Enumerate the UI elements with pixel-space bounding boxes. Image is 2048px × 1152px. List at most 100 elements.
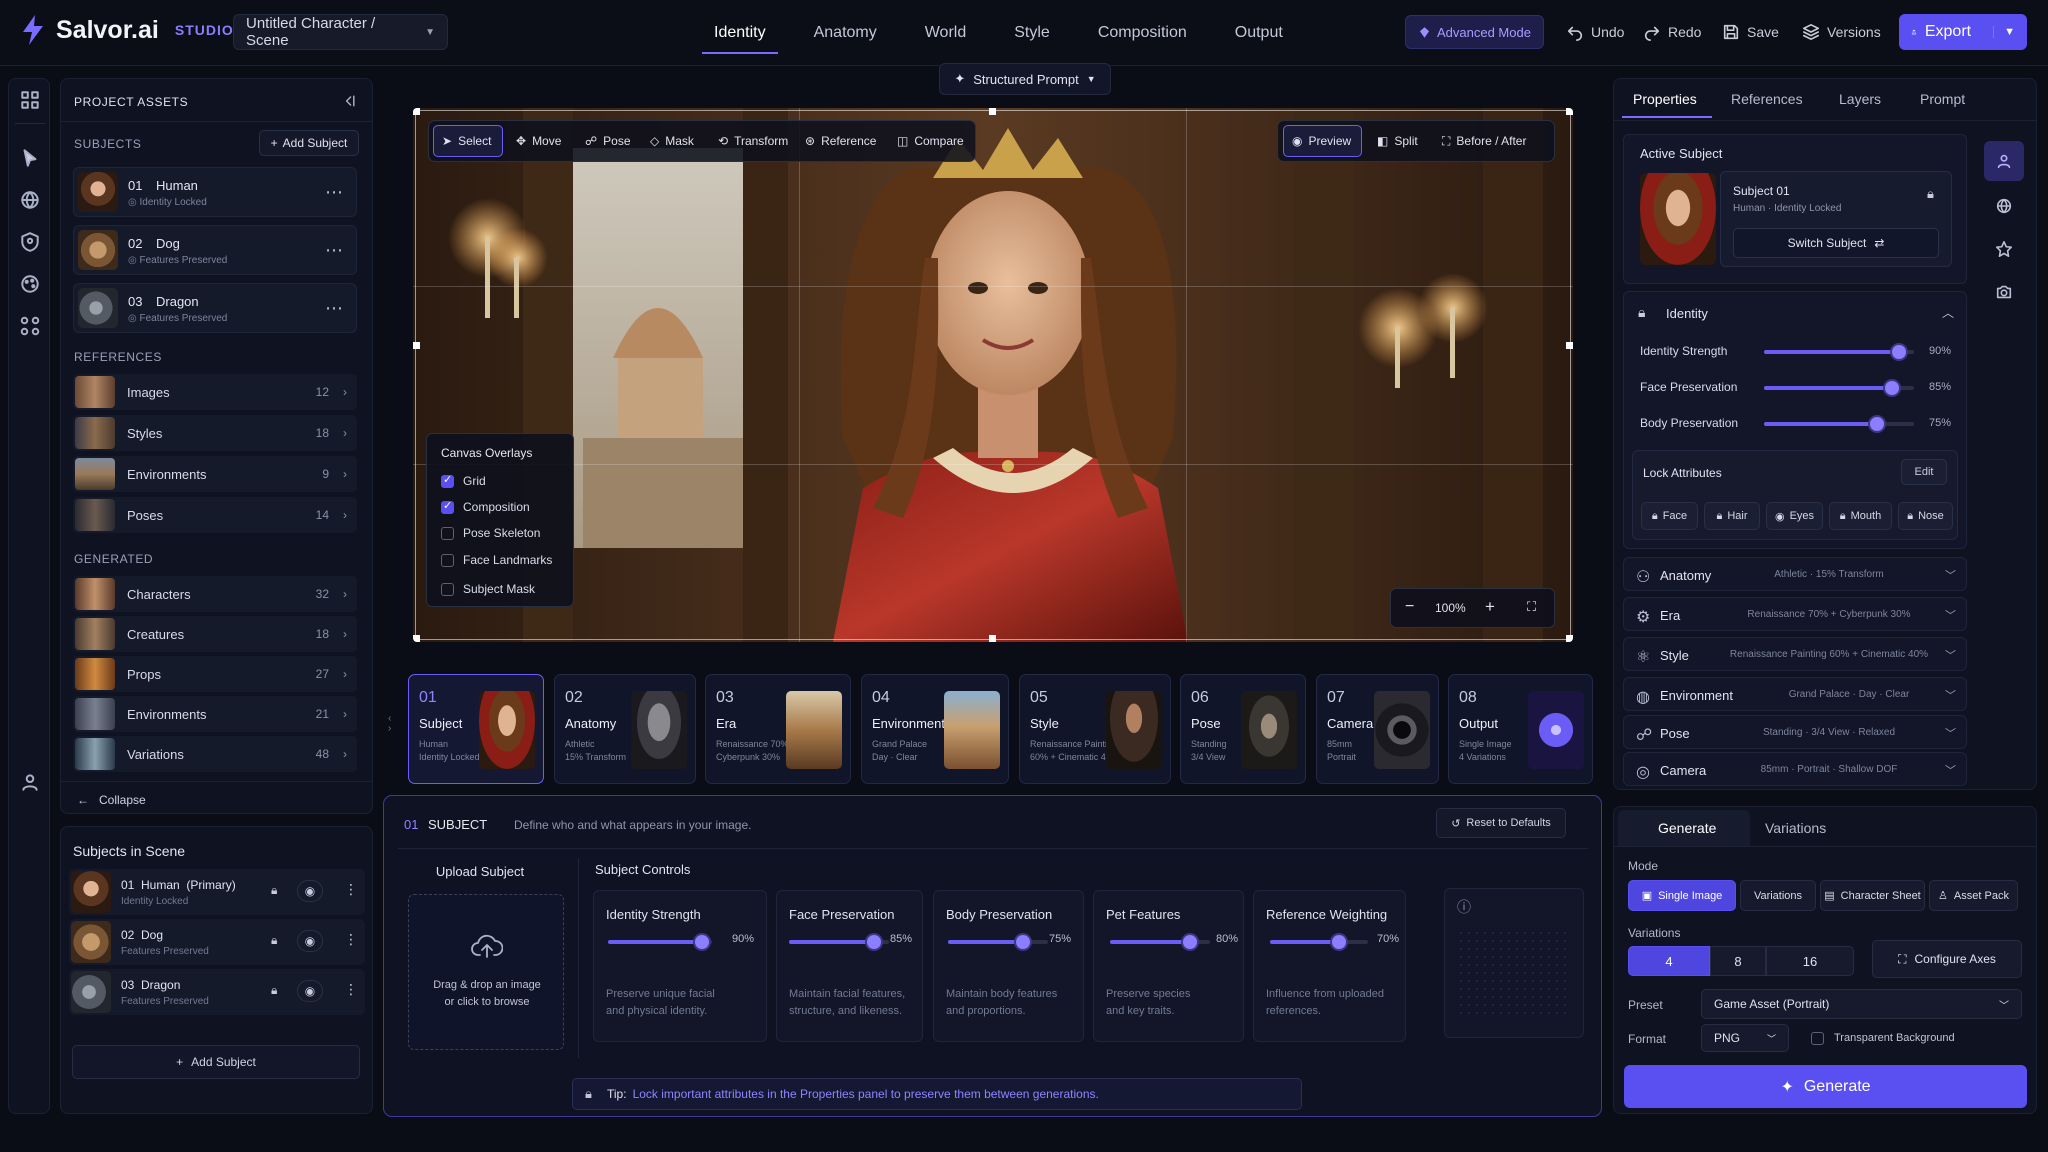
accordion-camera[interactable]: ◎ Camera 85mm · Portrait · Shallow DOF ﹀ xyxy=(1623,752,1967,786)
cursor-icon[interactable] xyxy=(19,147,41,169)
scene-item-human[interactable]: 01 Human (Primary) Identity Locked 🔒︎ ◉ … xyxy=(69,869,365,915)
eye-icon[interactable]: ◉ xyxy=(297,880,323,902)
lock-chip-face[interactable]: 🔒︎ Face xyxy=(1641,502,1698,530)
mode-variations[interactable]: Variations xyxy=(1740,880,1816,911)
step-camera[interactable]: 07 Camera 85mm Portrait xyxy=(1316,674,1439,784)
identity-strength-slider[interactable] xyxy=(1764,345,1914,359)
tab-references[interactable]: References xyxy=(1731,91,1803,107)
view-before-after[interactable]: ⛶ Before / After xyxy=(1442,124,1526,158)
composition-checkbox[interactable]: ✓ xyxy=(441,500,454,514)
tool-pose[interactable]: ☍ Pose xyxy=(585,124,631,158)
variations-16[interactable]: 16 xyxy=(1766,946,1854,976)
step-anatomy[interactable]: 02 Anatomy Athletic 15% Transform xyxy=(554,674,696,784)
tab-generate[interactable]: Generate xyxy=(1658,820,1716,836)
lock-chip-mouth[interactable]: 🔒︎ Mouth xyxy=(1829,502,1892,530)
ref-item-environments[interactable]: Environments 9 › xyxy=(73,456,357,492)
step-output[interactable]: 08 Output Single Image 4 Variations xyxy=(1448,674,1593,784)
view-preview[interactable]: ◉ Preview xyxy=(1292,124,1351,158)
export-button[interactable]: Export ▼ xyxy=(1899,14,2027,50)
save-button[interactable]: Save xyxy=(1722,15,1779,49)
face-landmarks-checkbox[interactable] xyxy=(441,554,454,567)
configure-axes-button[interactable]: ⛶ Configure Axes xyxy=(1872,940,2022,978)
redo-button[interactable]: Redo xyxy=(1643,15,1701,49)
mode-asset-pack[interactable]: ♙ Asset Pack xyxy=(1929,880,2018,911)
upload-dropzone[interactable]: Drag & drop an image or click to browse xyxy=(408,894,564,1050)
generate-button[interactable]: ✦ Generate xyxy=(1624,1065,2027,1108)
palette-icon[interactable] xyxy=(19,273,41,295)
camera-icon[interactable] xyxy=(1995,283,2013,301)
structured-prompt-button[interactable]: ✦ Structured Prompt ▼ xyxy=(939,63,1111,95)
view-split[interactable]: ◧ Split xyxy=(1377,124,1418,158)
tool-mask[interactable]: ◇ Mask xyxy=(650,124,694,158)
ref-item-poses[interactable]: Poses 14 › xyxy=(73,497,357,533)
step-pose[interactable]: 06 Pose Standing 3/4 View xyxy=(1180,674,1306,784)
shield-icon[interactable] xyxy=(19,231,41,253)
control-slider[interactable] xyxy=(608,935,712,949)
resize-handle[interactable] xyxy=(989,108,996,115)
add-subject-button[interactable]: + Add Subject xyxy=(259,130,359,156)
scene-add-subject-button[interactable]: + Add Subject xyxy=(72,1045,360,1079)
chevron-up-icon[interactable]: ︿ xyxy=(1942,304,1954,321)
edit-locks-button[interactable]: Edit xyxy=(1901,459,1947,485)
subject-mask-checkbox[interactable] xyxy=(441,583,454,596)
mode-single-image[interactable]: ▣ Single Image xyxy=(1628,880,1736,911)
gen-item-props[interactable]: Props 27 › xyxy=(73,656,357,692)
step-era[interactable]: 03 Era Renaissance 70% Cyberpunk 30% xyxy=(705,674,851,784)
accordion-style[interactable]: ⚛ Style Renaissance Painting 60% + Cinem… xyxy=(1623,637,1967,671)
reset-defaults-button[interactable]: ↺ Reset to Defaults xyxy=(1436,808,1566,838)
steps-scroll-left-icon[interactable]: ‹ › xyxy=(388,714,391,734)
nodes-icon[interactable] xyxy=(19,315,41,337)
pose-skeleton-checkbox[interactable] xyxy=(441,527,454,540)
lock-chip-eyes[interactable]: ◉ Eyes xyxy=(1766,502,1823,530)
transparent-bg-checkbox[interactable] xyxy=(1811,1032,1824,1045)
scene-item-dragon[interactable]: 03 Dragon Features Preserved 🔒︎ ◉ ⋮ xyxy=(69,969,365,1015)
gen-item-characters[interactable]: Characters 32 › xyxy=(73,576,357,612)
star-icon[interactable] xyxy=(1995,240,2013,258)
switch-subject-button[interactable]: Switch Subject ⇄ xyxy=(1733,228,1939,258)
step-style[interactable]: 05 Style Renaissance Painting 60% + Cine… xyxy=(1019,674,1171,784)
user-icon[interactable] xyxy=(19,771,41,793)
collapse-button[interactable]: ← Collapse xyxy=(77,793,146,807)
step-environment[interactable]: 04 Environment Grand Palace Day · Clear xyxy=(861,674,1009,784)
lock-chip-hair[interactable]: 🔒︎ Hair xyxy=(1704,502,1760,530)
scene-item-dog[interactable]: 02 Dog Features Preserved 🔒︎ ◉ ⋮ xyxy=(69,919,365,965)
lock-icon[interactable]: 🔒︎ xyxy=(271,933,277,948)
info-icon[interactable]: ⓘ xyxy=(1457,897,1471,917)
advanced-mode-button[interactable]: Advanced Mode xyxy=(1405,15,1544,49)
tab-style[interactable]: Style xyxy=(990,0,1074,66)
subject-item-dragon[interactable]: 03 Dragon ◎ Features Preserved ⋯ xyxy=(73,283,357,333)
undo-button[interactable]: Undo xyxy=(1566,15,1624,49)
accordion-pose[interactable]: ☍ Pose Standing · 3/4 View · Relaxed ﹀ xyxy=(1623,715,1967,749)
chevron-down-icon[interactable]: ▼ xyxy=(1993,26,2015,38)
canvas-image[interactable] xyxy=(413,108,1573,642)
tool-move[interactable]: ✥ Move xyxy=(516,124,561,158)
tab-properties[interactable]: Properties xyxy=(1633,91,1697,107)
tab-anatomy[interactable]: Anatomy xyxy=(790,0,901,66)
zoom-in-icon[interactable]: + xyxy=(1485,597,1495,617)
resize-handle[interactable] xyxy=(1566,635,1573,642)
variations-8[interactable]: 8 xyxy=(1710,946,1766,976)
control-slider[interactable] xyxy=(1110,935,1210,949)
globe-icon[interactable] xyxy=(1995,197,2013,215)
lock-icon[interactable]: 🔒︎ xyxy=(271,883,277,898)
resize-handle[interactable] xyxy=(1566,108,1573,115)
fullscreen-icon[interactable]: ⛶ xyxy=(1527,599,1536,615)
tab-identity[interactable]: Identity xyxy=(690,0,790,66)
tab-prompt[interactable]: Prompt xyxy=(1920,91,1965,107)
grid-apps-icon[interactable] xyxy=(19,89,41,111)
accordion-era[interactable]: ⚙ Era Renaissance 70% + Cyberpunk 30% ﹀ xyxy=(1623,597,1967,631)
tab-output[interactable]: Output xyxy=(1211,0,1307,66)
face-preservation-slider[interactable] xyxy=(1764,381,1914,395)
variations-4[interactable]: 4 xyxy=(1628,946,1710,976)
tool-reference[interactable]: ⊛ Reference xyxy=(805,124,876,158)
eye-icon[interactable]: ◉ xyxy=(297,980,323,1002)
logo[interactable]: Salvor.ai STUDIO xyxy=(20,14,234,46)
kebab-menu-icon[interactable]: ⋮ xyxy=(344,981,358,998)
resize-handle[interactable] xyxy=(413,342,420,349)
kebab-menu-icon[interactable]: ⋮ xyxy=(344,881,358,898)
control-slider[interactable] xyxy=(1270,935,1368,949)
resize-handle[interactable] xyxy=(989,635,996,642)
ref-item-styles[interactable]: Styles 18 › xyxy=(73,415,357,451)
resize-handle[interactable] xyxy=(1566,342,1573,349)
gen-item-variations[interactable]: Variations 48 › xyxy=(73,736,357,772)
